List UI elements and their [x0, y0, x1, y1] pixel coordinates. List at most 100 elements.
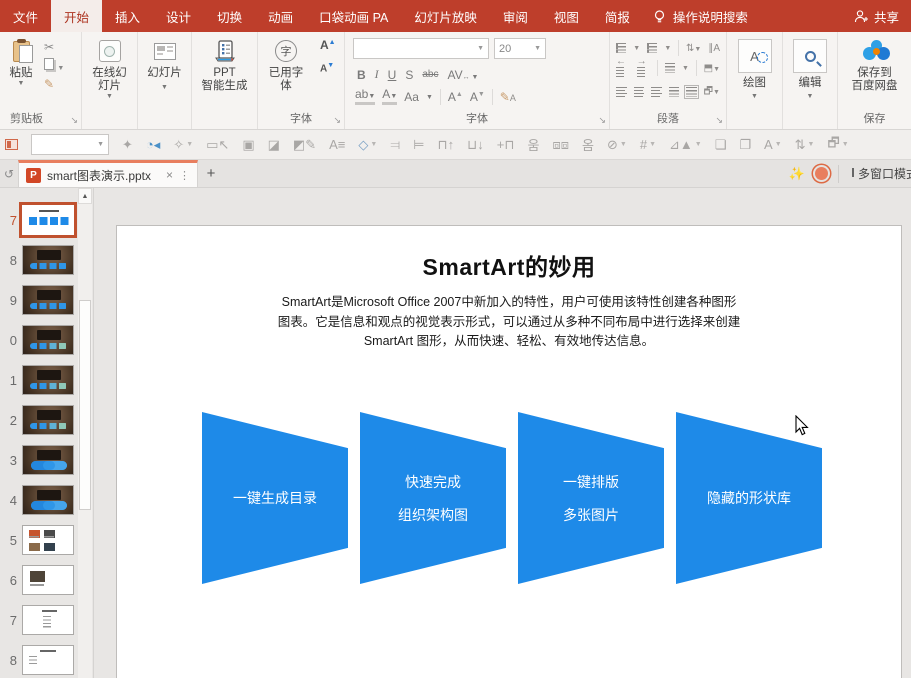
history-icon[interactable]: ↺: [0, 160, 18, 187]
font-dialog-launcher-icon[interactable]: ↘: [598, 116, 606, 125]
font-size-combobox[interactable]: 20 ▼: [494, 38, 546, 59]
slide-row-12[interactable]: 2: [0, 400, 78, 440]
scrollbar-thumb[interactable]: [79, 300, 91, 510]
center-horizontal-button[interactable]: 움: [528, 135, 540, 154]
slide-title[interactable]: SmartArt的妙用: [117, 248, 901, 282]
smartart-shape-2[interactable]: 快速完成 组织架构图: [360, 412, 506, 584]
distribute-text-button[interactable]: [684, 85, 699, 99]
fill-copy-button[interactable]: ◪: [268, 137, 280, 153]
document-tab[interactable]: P smart图表演示.pptx × ⋮: [18, 160, 198, 187]
add-star-button[interactable]: ✧ ▼: [173, 137, 193, 153]
picture-restore-button[interactable]: ▣: [242, 137, 254, 153]
cut-button[interactable]: ✂: [44, 40, 64, 54]
slide-thumbnail[interactable]: [22, 525, 74, 555]
bullets-button[interactable]: [616, 43, 627, 53]
multi-window-mode-button[interactable]: 多窗口模式: [849, 165, 911, 182]
slide-thumbnail[interactable]: [22, 285, 74, 315]
layout-tool-button[interactable]: 🗗 ▼: [827, 134, 848, 156]
new-slide-button[interactable]: 幻灯片 ▼: [138, 32, 191, 108]
settings-gear-icon[interactable]: [815, 167, 828, 180]
tab-view[interactable]: 视图: [541, 0, 592, 32]
selection-tool-button[interactable]: ▭↖: [206, 137, 229, 153]
bring-forward-button[interactable]: ❏: [715, 137, 727, 153]
clear-formatting-button[interactable]: ✎A: [500, 90, 516, 104]
tab-briefing[interactable]: 简报: [592, 0, 643, 32]
align-right-button[interactable]: [651, 86, 662, 98]
share-button[interactable]: 共享: [842, 0, 911, 32]
change-case-button[interactable]: Aa: [404, 90, 419, 104]
edit-button[interactable]: 编辑 ▼: [783, 32, 837, 108]
org-chart-button[interactable]: 옴: [582, 135, 594, 154]
strikethrough-button[interactable]: abc: [422, 69, 438, 80]
magic-wand-icon[interactable]: ✨: [789, 166, 805, 182]
tell-me-search[interactable]: 操作说明搜索: [643, 0, 758, 32]
tab-review[interactable]: 审阅: [490, 0, 541, 32]
text-box-tool-button[interactable]: A≡: [329, 137, 345, 152]
slide-thumbnail[interactable]: [22, 325, 74, 355]
used-fonts-button[interactable]: 字 已用字 体: [258, 32, 314, 108]
draw-button[interactable]: A 绘图 ▼: [727, 32, 782, 108]
italic-button[interactable]: I: [375, 67, 379, 82]
spacing-tool-button[interactable]: ⇅ ▼: [795, 137, 815, 153]
smartart-shape-4[interactable]: 隐藏的形状库: [676, 412, 822, 584]
tab-animations[interactable]: 动画: [255, 0, 306, 32]
panel-icon[interactable]: [5, 139, 18, 150]
save-to-baidu-button[interactable]: 保存到 百度网盘: [838, 32, 911, 108]
tab-transitions[interactable]: 切换: [204, 0, 255, 32]
style-brush-button[interactable]: ◩✎: [293, 137, 316, 153]
text-box-layout-button[interactable]: ⬒▼: [704, 63, 720, 74]
justify-button[interactable]: [668, 87, 680, 97]
slide-row-18[interactable]: 8: [0, 640, 78, 678]
char-spacing-button[interactable]: AV↔ ▼: [447, 68, 478, 82]
text-shadow-button[interactable]: S: [405, 68, 413, 82]
text-format-button[interactable]: A ▼: [764, 137, 782, 152]
tab-menu-icon[interactable]: ⋮: [179, 169, 190, 182]
line-spacing-button[interactable]: ⇅▼: [686, 43, 701, 54]
slide-thumbnail[interactable]: [22, 565, 74, 595]
columns-button[interactable]: [665, 63, 675, 73]
slide-row-7[interactable]: 7: [0, 200, 78, 240]
timing-button[interactable]: ◔◂: [146, 137, 160, 153]
add-effect-button[interactable]: ✦: [122, 137, 133, 153]
align-middle-button[interactable]: +⊓: [497, 137, 515, 153]
scroll-up-icon[interactable]: ▲: [78, 188, 92, 204]
slide-row-8[interactable]: 8: [0, 240, 78, 280]
slide-thumbnail[interactable]: [22, 485, 74, 515]
highlight-color-button[interactable]: ab▼: [355, 88, 376, 105]
grow-font-button[interactable]: A▲: [448, 90, 463, 104]
smartart-shape-1[interactable]: 一键生成目录: [202, 412, 348, 584]
smartart-shape-3[interactable]: 一键排版 多张图片: [518, 412, 664, 584]
copy-button[interactable]: ▼: [44, 58, 64, 73]
tab-slideshow[interactable]: 幻灯片放映: [401, 0, 490, 32]
increase-font-button[interactable]: A▲: [320, 38, 336, 52]
used-fonts-dialog-launcher-icon[interactable]: ↘: [333, 116, 341, 125]
increase-indent-button[interactable]: →: [636, 56, 651, 81]
slide-thumbnail[interactable]: [22, 365, 74, 395]
tab-pocket-animation[interactable]: 口袋动画 PA: [306, 0, 401, 32]
slide-row-11[interactable]: 1: [0, 360, 78, 400]
send-backward-button[interactable]: ❐: [739, 137, 751, 153]
slide-row-17[interactable]: 7: [0, 600, 78, 640]
font-name-combobox[interactable]: ▼: [353, 38, 489, 59]
tab-insert[interactable]: 插入: [102, 0, 153, 32]
bold-button[interactable]: B: [357, 68, 366, 82]
online-slides-button[interactable]: 在线幻 灯片 ▼: [82, 32, 137, 108]
slide-thumbnail[interactable]: [22, 605, 74, 635]
ppt-ai-generate-button[interactable]: PPT 智能生成: [192, 32, 257, 108]
shrink-font-button[interactable]: A▼: [470, 90, 485, 104]
merge-shapes-button[interactable]: ⊘ ▼: [607, 137, 627, 153]
slide-row-10[interactable]: 0: [0, 320, 78, 360]
tab-design[interactable]: 设计: [153, 0, 204, 32]
align-objects-left-button[interactable]: ⫤: [390, 137, 400, 153]
shape-tool-button[interactable]: ◇ ▼: [358, 137, 377, 153]
font-color-button[interactable]: A▼: [382, 88, 398, 105]
align-center-button[interactable]: [633, 86, 645, 98]
slide-page[interactable]: SmartArt的妙用 SmartArt是Microsoft Office 20…: [116, 225, 902, 678]
numbering-button[interactable]: [647, 43, 658, 53]
smartart-convert-button[interactable]: 🗗▼: [704, 84, 720, 101]
align-left-button[interactable]: [616, 86, 627, 98]
slide-thumbnail[interactable]: [19, 202, 77, 238]
text-direction-button[interactable]: ∥A: [708, 43, 720, 54]
paste-button[interactable]: 粘贴 ▼: [0, 32, 42, 108]
slide-row-16[interactable]: 6: [0, 560, 78, 600]
